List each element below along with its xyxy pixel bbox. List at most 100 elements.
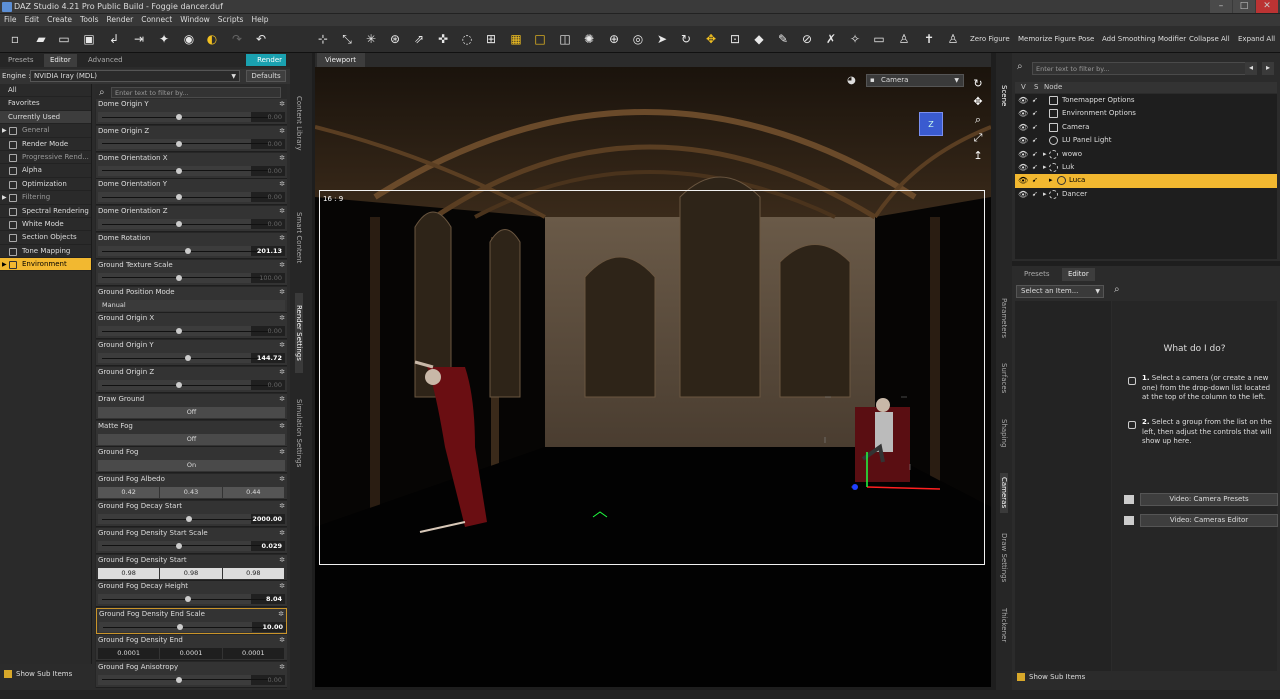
- category-environment[interactable]: ▶ Environment: [0, 258, 91, 272]
- render-button[interactable]: Render: [246, 54, 286, 66]
- gear-icon[interactable]: ✲: [279, 636, 285, 644]
- tab-thickener[interactable]: Thickener: [1000, 603, 1008, 648]
- save-icon[interactable]: ▣: [80, 30, 98, 48]
- tab-surfaces[interactable]: Surfaces: [1000, 358, 1008, 398]
- category-progressive[interactable]: Progressive Rend...: [0, 151, 91, 165]
- gear-icon[interactable]: ✲: [279, 341, 285, 349]
- property-value[interactable]: 0.00: [268, 139, 282, 149]
- category-white-mode[interactable]: White Mode: [0, 218, 91, 232]
- gear-icon[interactable]: ✲: [279, 582, 285, 590]
- active-pose-icon[interactable]: ✜: [434, 30, 452, 48]
- undo-icon[interactable]: ↷: [228, 30, 246, 48]
- property-field[interactable]: 0.98: [222, 567, 284, 579]
- scene-node[interactable]: 👁 ➹ ▸ Luk: [1015, 161, 1277, 174]
- gear-icon[interactable]: ✲: [279, 529, 285, 537]
- select-item-dropdown[interactable]: Select an Item... ▼: [1016, 285, 1104, 298]
- category-alpha[interactable]: Alpha: [0, 164, 91, 178]
- gear-icon[interactable]: ✲: [279, 368, 285, 376]
- property-slider[interactable]: 0.00: [98, 138, 285, 149]
- maximize-button[interactable]: □: [1233, 0, 1255, 13]
- property-field[interactable]: 0.43: [160, 487, 222, 499]
- property-slider[interactable]: 10.00: [99, 622, 286, 633]
- scene-node[interactable]: 👁 ➹ Environment Options: [1015, 107, 1277, 120]
- show-sub-items-checkbox[interactable]: Show Sub Items: [0, 667, 92, 681]
- category-currently-used[interactable]: Currently Used: [0, 110, 91, 125]
- property-value[interactable]: 10.00: [262, 622, 283, 632]
- property-value[interactable]: 0.00: [268, 112, 282, 122]
- slider-knob[interactable]: [176, 274, 183, 281]
- figure-zero-icon[interactable]: ♙: [944, 30, 962, 48]
- category-spectral[interactable]: Spectral Rendering: [0, 205, 91, 218]
- menu-edit[interactable]: Edit: [21, 14, 44, 26]
- property-select[interactable]: Manual: [98, 299, 285, 311]
- property-value[interactable]: 0.00: [268, 675, 282, 685]
- tab-shaping[interactable]: Shaping: [1000, 413, 1008, 453]
- tab-draw-settings[interactable]: Draw Settings: [1000, 528, 1008, 588]
- box-select-icon[interactable]: □: [531, 30, 549, 48]
- engine-select[interactable]: NVIDIA Iray (MDL) ▼: [30, 70, 240, 82]
- gear-icon[interactable]: ✲: [278, 610, 284, 618]
- tab-content-library[interactable]: Content Library: [295, 73, 303, 173]
- camera-select[interactable]: ▪ Camera ▼: [866, 74, 964, 87]
- property-value[interactable]: 201.13: [257, 246, 282, 256]
- slider-knob[interactable]: [176, 140, 183, 147]
- property-field[interactable]: 0.98: [160, 567, 222, 579]
- zoom-icon[interactable]: ⌕: [971, 113, 985, 131]
- property-toggle[interactable]: On: [98, 460, 285, 472]
- menu-scripts[interactable]: Scripts: [214, 14, 248, 26]
- menu-window[interactable]: Window: [176, 14, 214, 26]
- property-field[interactable]: 0.42: [98, 487, 160, 499]
- property-slider[interactable]: 0.00: [98, 112, 285, 122]
- universal-icon[interactable]: ⊛: [386, 30, 404, 48]
- bone-icon[interactable]: ✎: [774, 30, 792, 48]
- merge-icon[interactable]: ↲: [105, 30, 123, 48]
- gear-icon[interactable]: ✲: [279, 261, 285, 269]
- expand-all-button[interactable]: Expand All: [1238, 35, 1275, 43]
- view-cube-icon[interactable]: Z: [919, 112, 943, 136]
- property-slider[interactable]: 144.72: [98, 353, 285, 364]
- new-icon[interactable]: ▫: [6, 30, 24, 48]
- close-button[interactable]: ✕: [1256, 0, 1278, 13]
- tab-editor[interactable]: Editor: [44, 54, 77, 67]
- property-value[interactable]: 0.00: [268, 192, 282, 202]
- menu-connect[interactable]: Connect: [137, 14, 176, 26]
- category-section-objects[interactable]: Section Objects: [0, 231, 91, 245]
- morph-icon[interactable]: ✧: [846, 30, 864, 48]
- gear-icon[interactable]: ✲: [279, 475, 285, 483]
- property-slider[interactable]: 8.04: [98, 594, 285, 605]
- gear-icon[interactable]: ✲: [279, 100, 285, 108]
- camera-icon[interactable]: ▭: [870, 30, 888, 48]
- category-general[interactable]: ▶ General: [0, 124, 91, 138]
- scene-node[interactable]: 👁 ➹ LU Panel Light: [1015, 134, 1277, 147]
- export-icon[interactable]: ⇥: [130, 30, 148, 48]
- property-field[interactable]: 0.44: [222, 487, 284, 499]
- gear-icon[interactable]: ✲: [279, 395, 285, 403]
- viewport[interactable]: 16 : 9 ◕ ▪ Camera ▼ Z ↻ ✥ ⌕ ⤢ ↥: [315, 67, 991, 687]
- gear-icon[interactable]: ✲: [279, 180, 285, 188]
- orbit-icon[interactable]: ⊕: [605, 30, 623, 48]
- category-all[interactable]: All: [0, 84, 91, 98]
- pan-icon[interactable]: ✥: [971, 95, 985, 113]
- memorize-pose-button[interactable]: Memorize Figure Pose: [1018, 35, 1094, 43]
- rotate-icon[interactable]: ↻: [677, 30, 695, 48]
- slider-knob[interactable]: [176, 167, 183, 174]
- gear-icon[interactable]: ✲: [279, 154, 285, 162]
- menu-create[interactable]: Create: [43, 14, 76, 26]
- scene-node[interactable]: 👁 ➹ Tonemapper Options: [1015, 94, 1277, 107]
- region-icon[interactable]: ▦: [507, 30, 525, 48]
- gear-icon[interactable]: ✲: [279, 127, 285, 135]
- pose-tool-icon[interactable]: ⇗: [410, 30, 428, 48]
- translate-icon[interactable]: ✥: [702, 30, 720, 48]
- gear-icon[interactable]: ✲: [279, 422, 285, 430]
- tab-simulation-settings[interactable]: Simulation Settings: [295, 383, 303, 483]
- tpose-icon[interactable]: ✝: [920, 30, 938, 48]
- menu-tools[interactable]: Tools: [76, 14, 102, 26]
- video-camera-presets-button[interactable]: Video: Camera Presets: [1140, 493, 1278, 506]
- collapse-all-button[interactable]: Collapse All: [1189, 35, 1230, 43]
- arrow-left-icon[interactable]: ◂: [1245, 62, 1257, 75]
- node-weight-icon[interactable]: ✗: [822, 30, 840, 48]
- property-value[interactable]: 0.00: [268, 380, 282, 390]
- frame-icon[interactable]: ↥: [971, 149, 985, 167]
- iray-icon[interactable]: ◐: [203, 30, 221, 48]
- property-slider[interactable]: 2000.00: [98, 514, 285, 524]
